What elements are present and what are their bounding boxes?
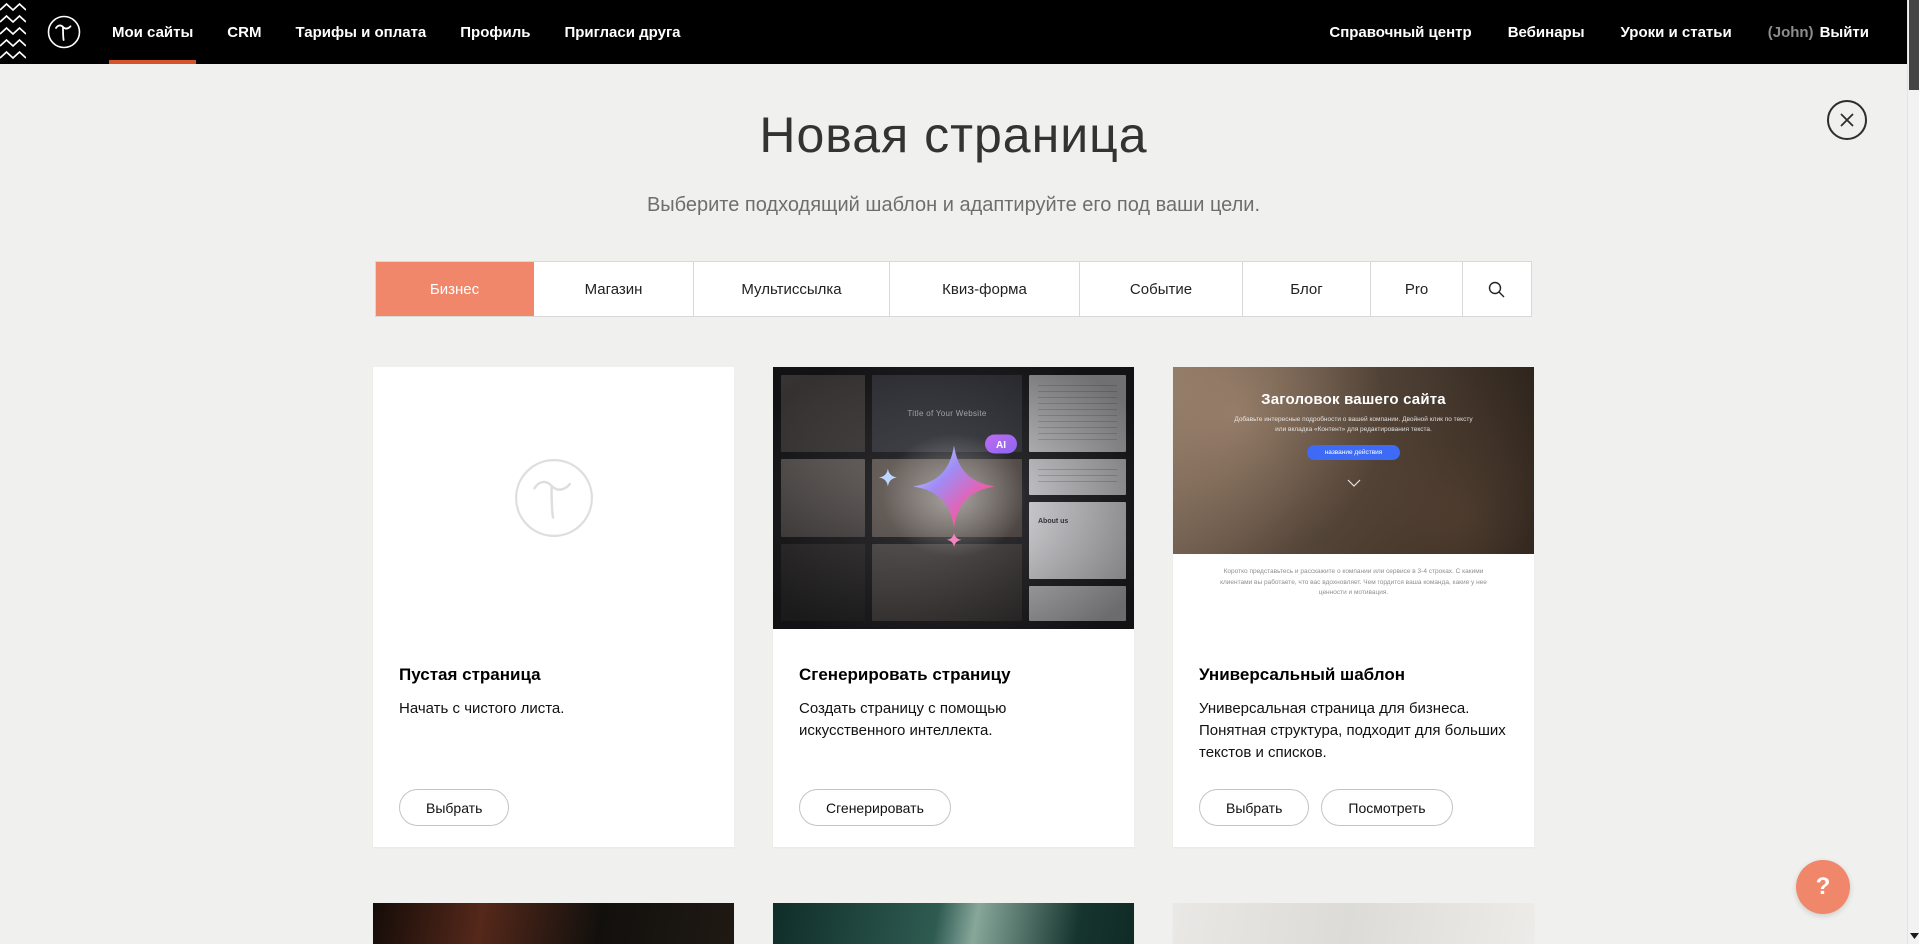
- scrollbar-thumb[interactable]: [1909, 0, 1919, 90]
- top-navbar: Мои сайты CRM Тарифы и оплата Профиль Пр…: [0, 0, 1919, 64]
- nav-item-label: CRM: [227, 24, 261, 41]
- generate-button[interactable]: Сгенерировать: [799, 789, 951, 826]
- tilda-logo-icon[interactable]: [46, 14, 82, 50]
- main-navigation: Мои сайты CRM Тарифы и оплата Профиль Пр…: [112, 0, 681, 64]
- ai-sparkle-group: AI: [854, 411, 1054, 586]
- card-description: Универсальная страница для бизнеса. Поня…: [1199, 698, 1508, 763]
- nav-item-webinars[interactable]: Вебинары: [1508, 0, 1585, 64]
- nav-item-crm[interactable]: CRM: [227, 0, 261, 64]
- nav-item-help-center[interactable]: Справочный центр: [1329, 0, 1471, 64]
- preview-hero-text: Добавьте интересные подробности о вашей …: [1229, 415, 1479, 435]
- username-label: (John): [1768, 24, 1814, 41]
- card-title: Сгенерировать страницу: [799, 665, 1108, 685]
- choose-button[interactable]: Выбрать: [399, 789, 509, 826]
- preview-hero-button: название действия: [1307, 445, 1401, 460]
- nav-item-lessons[interactable]: Уроки и статьи: [1621, 0, 1732, 64]
- nav-item-label: Справочный центр: [1329, 24, 1471, 41]
- secondary-navigation: Справочный центр Вебинары Уроки и статьи…: [1329, 0, 1919, 64]
- template-grid-row2: [373, 903, 1534, 944]
- tab-label: Бизнес: [430, 281, 479, 298]
- chevron-down-icon: [1173, 474, 1534, 492]
- template-preview: Заголовок вашего сайта Добавьте интересн…: [1173, 367, 1534, 629]
- close-button[interactable]: [1827, 100, 1867, 140]
- template-card-blank: Пустая страница Начать с чистого листа. …: [373, 367, 734, 847]
- zigzag-pattern-icon: [0, 0, 26, 64]
- tab-label: Мультиссылка: [741, 281, 841, 298]
- nav-item-profile[interactable]: Профиль: [460, 0, 530, 64]
- card-actions: Выбрать: [399, 789, 509, 826]
- choose-button[interactable]: Выбрать: [1199, 789, 1309, 826]
- card-description: Начать с чистого листа.: [399, 698, 708, 720]
- nav-item-my-sites[interactable]: Мои сайты: [112, 0, 193, 64]
- page-subtitle: Выберите подходящий шаблон и адаптируйте…: [0, 194, 1907, 217]
- ai-collage-preview: Title of Your Website About us: [773, 367, 1134, 629]
- card-actions: Сгенерировать: [799, 789, 951, 826]
- tab-multilink[interactable]: Мультиссылка: [694, 262, 890, 316]
- card-info: Пустая страница Начать с чистого листа.: [373, 629, 734, 720]
- tab-business[interactable]: Бизнес: [376, 262, 534, 316]
- tab-search[interactable]: [1463, 262, 1529, 316]
- tab-label: Событие: [1130, 281, 1192, 298]
- tab-label: Блог: [1290, 281, 1322, 298]
- nav-item-label: Мои сайты: [112, 24, 193, 41]
- page-title: Новая страница: [0, 106, 1907, 164]
- card-info: Универсальный шаблон Универсальная стран…: [1173, 629, 1534, 763]
- card-actions: Выбрать Посмотреть: [1199, 789, 1453, 826]
- tab-store[interactable]: Магазин: [534, 262, 694, 316]
- blank-page-preview: [373, 367, 734, 629]
- template-card-partial[interactable]: [773, 903, 1134, 944]
- nav-item-label: Уроки и статьи: [1621, 24, 1732, 41]
- tab-event[interactable]: Событие: [1080, 262, 1243, 316]
- new-page-dialog: Новая страница Выберите подходящий шабло…: [0, 64, 1907, 944]
- template-category-tabs: Бизнес Магазин Мультиссылка Квиз-форма С…: [375, 261, 1532, 317]
- tab-label: Магазин: [585, 281, 643, 298]
- help-button[interactable]: ?: [1796, 860, 1850, 914]
- svg-text:AI: AI: [996, 440, 1006, 451]
- tab-quiz[interactable]: Квиз-форма: [890, 262, 1080, 316]
- template-card-ai-generate: Title of Your Website About us: [773, 367, 1134, 847]
- nav-item-label: Пригласи друга: [564, 24, 680, 41]
- preview-button[interactable]: Посмотреть: [1321, 789, 1452, 826]
- nav-item-label: Вебинары: [1508, 24, 1585, 41]
- card-description: Создать страницу с помощью искусственног…: [799, 698, 1108, 742]
- nav-item-invite-friend[interactable]: Пригласи друга: [564, 0, 680, 64]
- tilda-watermark-icon: [510, 454, 598, 542]
- nav-item-logout[interactable]: (John) Выйти: [1768, 0, 1869, 64]
- card-info: Сгенерировать страницу Создать страницу …: [773, 629, 1134, 742]
- ai-badge: AI: [985, 435, 1017, 454]
- preview-body-text: Коротко представьтесь и расскажите о ком…: [1173, 554, 1534, 629]
- search-icon: [1488, 281, 1505, 298]
- card-title: Универсальный шаблон: [1199, 665, 1508, 685]
- tab-pro[interactable]: Pro: [1371, 262, 1463, 316]
- tab-blog[interactable]: Блог: [1243, 262, 1371, 316]
- template-card-partial[interactable]: [1173, 903, 1534, 944]
- scrollbar-down-arrow[interactable]: [1908, 928, 1919, 944]
- card-title: Пустая страница: [399, 665, 708, 685]
- preview-hero-title: Заголовок вашего сайта: [1173, 391, 1534, 408]
- vertical-scrollbar: [1907, 0, 1919, 944]
- nav-item-pricing[interactable]: Тарифы и оплата: [295, 0, 426, 64]
- nav-item-label: Тарифы и оплата: [295, 24, 426, 41]
- template-grid: Пустая страница Начать с чистого листа. …: [373, 367, 1534, 847]
- help-question-icon: ?: [1816, 873, 1831, 900]
- nav-item-label: Профиль: [460, 24, 530, 41]
- template-preview-hero: Заголовок вашего сайта Добавьте интересн…: [1173, 367, 1534, 554]
- tab-label: Pro: [1405, 281, 1428, 298]
- tab-label: Квиз-форма: [942, 281, 1027, 298]
- template-card-partial[interactable]: [373, 903, 734, 944]
- template-card-universal: Заголовок вашего сайта Добавьте интересн…: [1173, 367, 1534, 847]
- close-icon: [1839, 112, 1855, 128]
- arrow-down-icon: [1910, 933, 1919, 939]
- logout-label: Выйти: [1820, 24, 1869, 41]
